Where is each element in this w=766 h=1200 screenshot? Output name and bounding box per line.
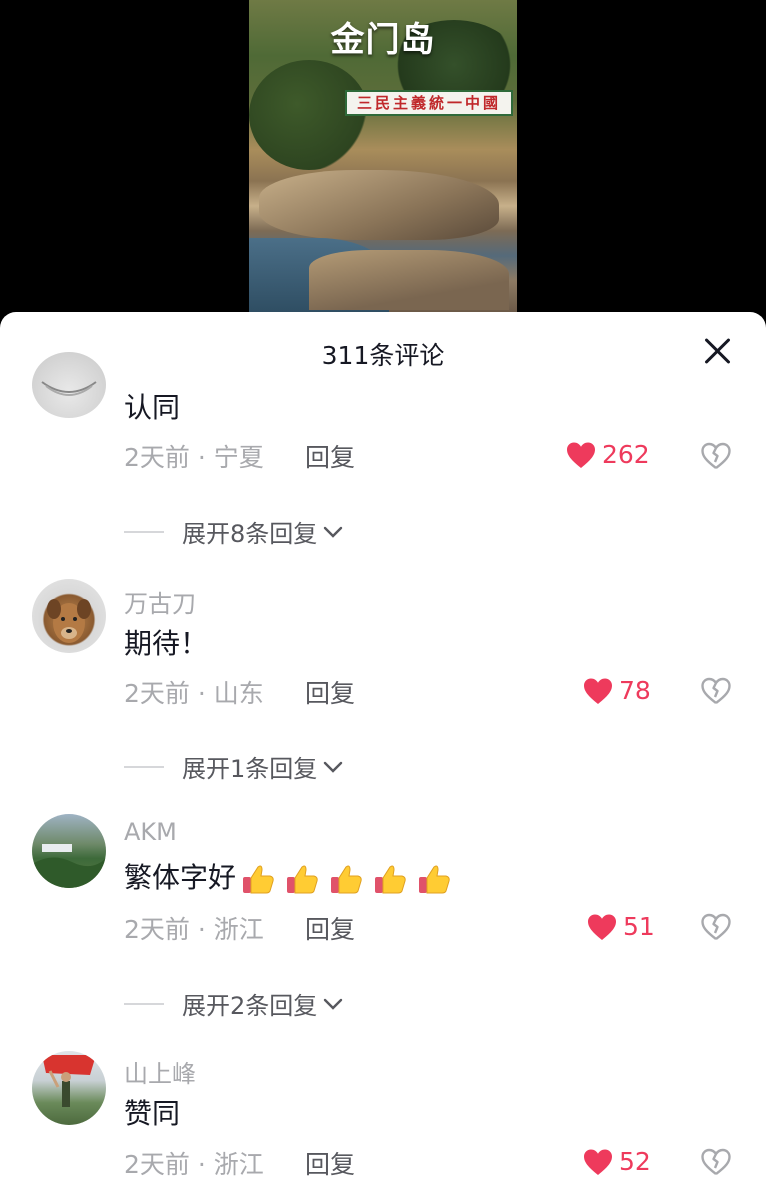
chevron-down-icon — [324, 526, 343, 538]
comment-time-location: 2天前 · 宁夏 — [124, 443, 264, 472]
comment-username[interactable]: 山上峰 — [124, 1054, 196, 1089]
divider — [124, 530, 164, 533]
like-button[interactable]: 51 — [587, 912, 655, 941]
like-button[interactable]: 78 — [583, 676, 651, 705]
comments-panel: 311条评论 认同 2天前 · 宁夏 回复 262 展开8条回复 万古刀 期待！… — [0, 312, 766, 1200]
comments-count-title: 311条评论 — [321, 341, 445, 370]
reply-button[interactable]: 回复 — [305, 910, 355, 946]
expand-replies-label: 展开2条回复 — [182, 992, 318, 1020]
comment-text: 赞同 — [124, 1097, 181, 1130]
comment-time-location: 2天前 · 浙江 — [124, 1150, 264, 1179]
like-count: 262 — [602, 440, 650, 469]
emoji-group — [240, 861, 452, 897]
like-count: 78 — [619, 676, 651, 705]
like-button[interactable]: 52 — [583, 1147, 651, 1176]
video-player[interactable]: 金门岛 三民主義統一中國 — [249, 0, 517, 312]
comment-time-location: 2天前 · 山东 — [124, 679, 264, 708]
comment-text-label: 繁体字好 — [124, 861, 237, 894]
comment-text: 认同 — [124, 391, 181, 424]
thumbs-up-icon — [375, 865, 406, 894]
avatar[interactable] — [32, 1051, 106, 1125]
thumbs-up-icon — [287, 865, 318, 894]
expand-replies-button[interactable]: 展开1条回复 — [124, 749, 343, 784]
broken-heart-icon[interactable] — [701, 677, 731, 705]
broken-heart-icon[interactable] — [701, 1148, 731, 1176]
comments-header: 311条评论 — [0, 312, 766, 392]
comment-text: 期待！ — [124, 627, 209, 660]
divider — [124, 765, 164, 768]
avatar[interactable] — [32, 352, 106, 418]
comment-time-location: 2天前 · 浙江 — [124, 915, 264, 944]
thumbs-up-icon — [243, 865, 274, 894]
expand-replies-label: 展开8条回复 — [182, 520, 318, 548]
expand-replies-button[interactable]: 展开2条回复 — [124, 986, 343, 1021]
expand-replies-label: 展开1条回复 — [182, 755, 318, 783]
comment-text: 繁体字好 — [124, 856, 452, 897]
reply-button[interactable]: 回复 — [305, 1145, 355, 1181]
like-count: 51 — [623, 912, 655, 941]
heart-icon — [588, 914, 616, 940]
chevron-down-icon — [324, 998, 343, 1010]
video-scenery — [259, 170, 499, 240]
thumbs-up-icon — [331, 865, 362, 894]
broken-heart-icon[interactable] — [701, 913, 731, 941]
comment-username[interactable]: 万古刀 — [124, 584, 196, 619]
reply-button[interactable]: 回复 — [305, 438, 355, 474]
close-icon[interactable] — [702, 336, 732, 366]
avatar[interactable] — [32, 579, 106, 653]
heart-icon — [567, 442, 595, 468]
heart-icon — [584, 678, 612, 704]
avatar[interactable] — [32, 814, 106, 888]
reply-button[interactable]: 回复 — [305, 674, 355, 710]
video-scenery — [309, 250, 509, 310]
comment-username[interactable]: AKM — [124, 818, 177, 846]
expand-replies-button[interactable]: 展开8条回复 — [124, 514, 343, 549]
broken-heart-icon[interactable] — [701, 442, 731, 470]
divider — [124, 1002, 164, 1005]
like-button[interactable]: 262 — [566, 440, 650, 469]
video-banner-text: 三民主義統一中國 — [345, 90, 513, 116]
heart-icon — [584, 1149, 612, 1175]
thumbs-up-icon — [419, 865, 450, 894]
like-count: 52 — [619, 1147, 651, 1176]
video-title: 金门岛 — [330, 20, 436, 60]
chevron-down-icon — [324, 761, 343, 773]
